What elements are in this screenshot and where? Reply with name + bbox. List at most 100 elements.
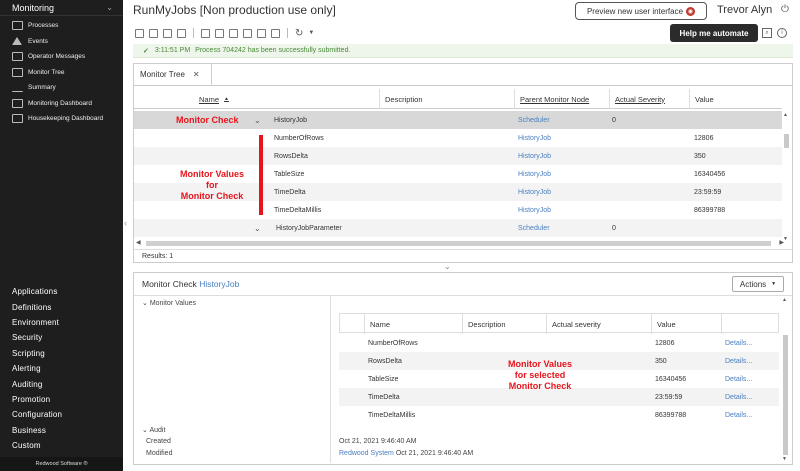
chevron-down-icon: ⌄ bbox=[106, 3, 113, 12]
scroll-down-icon[interactable]: ▼ bbox=[782, 456, 787, 462]
grid-icon[interactable] bbox=[243, 28, 252, 38]
row-parent-link[interactable]: HistoryJob bbox=[518, 201, 551, 219]
sidebar-category-business[interactable]: Business bbox=[0, 423, 123, 438]
toolbar: ↻ ▼ bbox=[135, 26, 314, 40]
sidebar-item-monitoring-dashboard[interactable]: Monitoring Dashboard bbox=[0, 96, 123, 112]
modified-user-link[interactable]: Redwood System bbox=[339, 450, 394, 457]
sidebar-category-scripting[interactable]: Scripting bbox=[0, 346, 123, 361]
table-row[interactable]: RowsDelta HistoryJob 350 bbox=[134, 147, 782, 165]
sidebar-category-auditing[interactable]: Auditing bbox=[0, 376, 123, 391]
detail-title-link[interactable]: HistoryJob bbox=[199, 279, 239, 289]
audit-section-toggle[interactable]: ⌄ Audit bbox=[142, 426, 165, 434]
sidebar-item-events[interactable]: Events bbox=[0, 34, 123, 50]
column-header-name[interactable]: Name ▲ bbox=[194, 89, 379, 109]
home-icon[interactable] bbox=[135, 28, 144, 38]
sidebar-category-promotion[interactable]: Promotion bbox=[0, 392, 123, 407]
preview-ui-button[interactable]: Preview new user interface ◉ bbox=[575, 2, 707, 20]
column-header-severity[interactable]: Actual Severity bbox=[609, 89, 689, 109]
info-icon[interactable]: i bbox=[777, 28, 787, 38]
sidebar-category-configuration[interactable]: Configuration bbox=[0, 407, 123, 422]
value-name: RowsDelta bbox=[368, 357, 402, 365]
tree-horizontal-scrollbar[interactable]: ◀ ▶ bbox=[136, 239, 784, 248]
caret-down-icon: ▼ bbox=[771, 281, 777, 287]
scroll-up-icon[interactable]: ▲ bbox=[783, 112, 788, 118]
help-me-automate-button[interactable]: Help me automate bbox=[670, 24, 758, 42]
sidebar-item-housekeeping-dashboard[interactable]: Housekeeping Dashboard bbox=[0, 111, 123, 127]
table-row[interactable]: NumberOfRows HistoryJob 12806 bbox=[134, 129, 782, 147]
column-header-label: Actual Severity bbox=[615, 94, 666, 104]
monitor-check-detail-panel: Monitor Check HistoryJob Actions ▼ ⌄ Mon… bbox=[133, 272, 793, 465]
table-row: TimeDeltaMillis 86399788 Details... bbox=[339, 406, 779, 424]
details-link[interactable]: Details... bbox=[725, 352, 752, 370]
value-value: 350 bbox=[655, 357, 667, 365]
close-icon[interactable]: ✕ bbox=[193, 70, 200, 79]
row-parent-link[interactable]: HistoryJob bbox=[518, 147, 551, 165]
scroll-left-icon[interactable]: ◀ bbox=[136, 239, 141, 246]
document-icon[interactable] bbox=[163, 28, 172, 38]
sidebar-item-monitor-tree[interactable]: Monitor Tree bbox=[0, 65, 123, 81]
sidebar-item-operator-messages[interactable]: Operator Messages bbox=[0, 49, 123, 65]
sidebar-item-processes[interactable]: Processes bbox=[0, 18, 123, 34]
column-header-value[interactable]: Value bbox=[651, 314, 721, 334]
power-icon[interactable]: ⏻ bbox=[781, 4, 789, 15]
mail-icon[interactable] bbox=[257, 28, 266, 38]
details-link[interactable]: Details... bbox=[725, 370, 752, 388]
expand-chevron-icon[interactable]: ⌄ bbox=[254, 219, 261, 237]
sidebar-category-applications[interactable]: Applications bbox=[0, 284, 123, 299]
sidebar-category-security[interactable]: Security bbox=[0, 330, 123, 345]
sidebar-category-definitions[interactable]: Definitions bbox=[0, 299, 123, 314]
scrollbar-thumb[interactable] bbox=[784, 134, 789, 148]
row-parent-link[interactable]: Scheduler bbox=[518, 219, 550, 237]
value-name: NumberOfRows bbox=[368, 339, 418, 347]
column-header-value[interactable]: Value bbox=[689, 89, 779, 109]
toolbar-separator bbox=[193, 28, 194, 38]
sidebar-category-alerting[interactable]: Alerting bbox=[0, 361, 123, 376]
tools-icon[interactable] bbox=[215, 28, 224, 38]
table-row[interactable]: TimeDeltaMillis HistoryJob 86399788 bbox=[134, 201, 782, 219]
column-header-description[interactable]: Description bbox=[379, 89, 514, 109]
row-parent-link[interactable]: HistoryJob bbox=[518, 183, 551, 201]
row-parent-link[interactable]: Scheduler bbox=[518, 111, 550, 129]
housekeeping-icon bbox=[12, 114, 23, 124]
sidebar-category-custom[interactable]: Custom bbox=[0, 438, 123, 453]
tree-vertical-scrollbar[interactable]: ▲ ▼ bbox=[783, 112, 790, 242]
details-link[interactable]: Details... bbox=[725, 334, 752, 352]
caret-down-icon[interactable]: ▼ bbox=[308, 30, 314, 36]
row-parent-link[interactable]: HistoryJob bbox=[518, 165, 551, 183]
table-row[interactable]: ⌄ HistoryJobParameter Scheduler 0 bbox=[134, 219, 782, 237]
scrollbar-thumb[interactable] bbox=[146, 241, 771, 246]
row-name: TimeDeltaMillis bbox=[274, 206, 322, 214]
export-icon[interactable] bbox=[229, 28, 238, 38]
sidebar-category-environment[interactable]: Environment bbox=[0, 315, 123, 330]
scroll-right-icon[interactable]: ▶ bbox=[779, 239, 784, 246]
copy-icon[interactable] bbox=[201, 28, 210, 38]
row-severity: 0 bbox=[612, 224, 616, 232]
calendar-icon[interactable] bbox=[271, 28, 280, 38]
column-header-name[interactable]: Name bbox=[364, 314, 462, 334]
column-header-severity[interactable]: Actual severity bbox=[546, 314, 651, 334]
new-document-icon[interactable] bbox=[149, 28, 158, 38]
user-name[interactable]: Trevor Alyn bbox=[717, 4, 772, 16]
column-header-description[interactable]: Description bbox=[462, 314, 546, 334]
tab-monitor-tree[interactable]: Monitor Tree ✕ bbox=[134, 64, 212, 86]
splitter-chevron-icon[interactable]: ⌄ bbox=[444, 262, 451, 271]
sidebar-collapse-icon[interactable]: ‹ bbox=[124, 218, 127, 228]
gear-icon[interactable] bbox=[177, 28, 186, 38]
expand-chevron-icon[interactable]: ⌄ bbox=[254, 111, 261, 129]
sidebar: Monitoring ⌄ Processes Events Operator M… bbox=[0, 0, 123, 471]
scroll-up-icon[interactable]: ▲ bbox=[782, 297, 787, 303]
row-parent-link[interactable]: HistoryJob bbox=[518, 129, 551, 147]
sidebar-header-monitoring[interactable]: Monitoring ⌄ bbox=[0, 0, 123, 16]
monitor-values-section-toggle[interactable]: ⌄ Monitor Values bbox=[142, 299, 196, 307]
details-link[interactable]: Details... bbox=[725, 406, 752, 424]
detail-vertical-scrollbar[interactable]: ▲ ▼ bbox=[782, 297, 789, 462]
search-icon[interactable]: ⌕ bbox=[762, 28, 772, 38]
detail-title: Monitor Check HistoryJob bbox=[142, 279, 239, 289]
refresh-icon[interactable]: ↻ bbox=[295, 28, 303, 39]
column-header-parent[interactable]: Parent Monitor Node bbox=[514, 89, 609, 109]
sidebar-item-summary[interactable]: Summary bbox=[0, 80, 123, 96]
actions-button[interactable]: Actions ▼ bbox=[732, 276, 784, 292]
details-link[interactable]: Details... bbox=[725, 388, 752, 406]
scrollbar-thumb[interactable] bbox=[783, 335, 788, 455]
events-icon bbox=[12, 37, 22, 46]
